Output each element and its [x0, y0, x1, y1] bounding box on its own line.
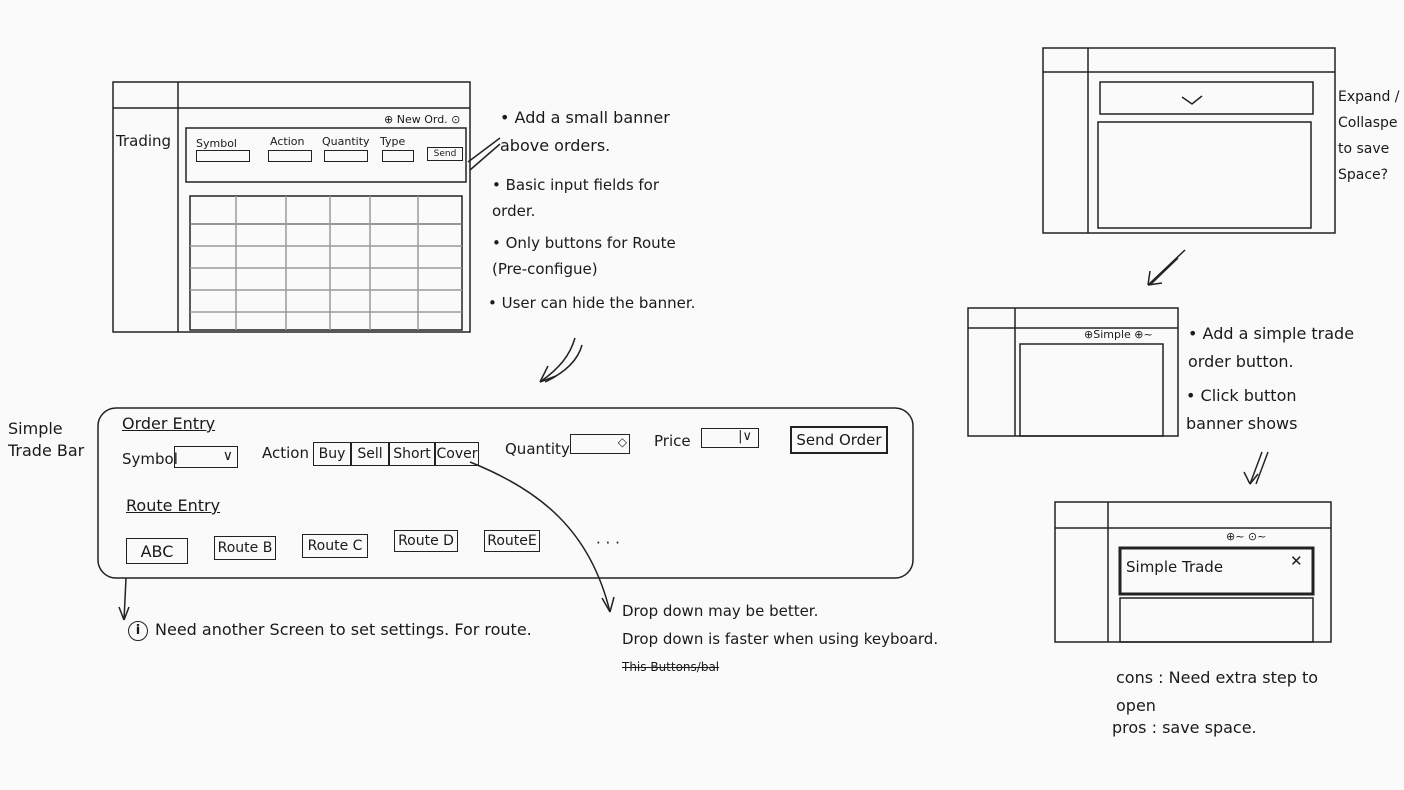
- symbol-input[interactable]: [196, 150, 250, 162]
- action-label: Action: [262, 444, 309, 462]
- stepper-icon: ◇: [617, 435, 627, 449]
- route-b-button[interactable]: Route B: [214, 536, 276, 560]
- dropdown-note-1: Drop down may be better.: [622, 602, 819, 620]
- note-basic-inputs: • Basic input fields for order.: [492, 176, 660, 220]
- price-label: Price: [654, 432, 691, 450]
- send-order-button[interactable]: Send Order: [790, 426, 888, 454]
- type-input[interactable]: [382, 150, 414, 162]
- expand-collapse-note: Expand / Collaspe to save Space?: [1338, 89, 1400, 183]
- route-d-button[interactable]: Route D: [394, 530, 458, 552]
- short-button[interactable]: Short: [389, 442, 435, 466]
- info-icon: i: [128, 621, 148, 641]
- symbol-label: Symbol: [122, 450, 178, 468]
- route-c-button[interactable]: Route C: [302, 534, 368, 558]
- info-note: Need another Screen to set settings. For…: [155, 620, 532, 639]
- quantity-label: Quantity: [505, 440, 570, 458]
- pros-note: pros : save space.: [1112, 718, 1257, 737]
- note-add-simple-button: • Add a simple trade order button.: [1188, 324, 1355, 371]
- more-routes-ellipsis: · · ·: [596, 534, 620, 552]
- field-type-label: Type: [380, 135, 406, 148]
- buy-button[interactable]: Buy: [313, 442, 351, 466]
- symbol-dropdown[interactable]: ∨: [174, 446, 238, 468]
- cons-note: cons : Need extra step to open: [1116, 668, 1319, 715]
- note-add-banner: • Add a small banner above orders.: [500, 108, 670, 155]
- simple-trade-bar-label: Simple Trade Bar: [8, 419, 85, 460]
- sell-button[interactable]: Sell: [351, 442, 389, 466]
- chevron-down-icon: ∨: [222, 448, 233, 464]
- sidebar-trading-label: Trading: [116, 132, 172, 150]
- field-symbol-label: Symbol: [196, 137, 237, 150]
- quantity-input[interactable]: [324, 150, 368, 162]
- field-action-label: Action: [270, 135, 305, 148]
- route-e-button[interactable]: RouteE: [484, 530, 540, 552]
- strike-note: This Buttons/bal: [622, 660, 720, 674]
- price-dropdown[interactable]: |∨: [701, 428, 759, 448]
- note-click-button: • Click button banner shows: [1186, 386, 1298, 433]
- route-entry-title: Route Entry: [126, 496, 221, 515]
- toolbar-icons-sketch[interactable]: ⊕~ ⊙~: [1226, 530, 1266, 543]
- new-order-link[interactable]: ⊕ New Ord. ⊙: [384, 113, 460, 126]
- note-hide-banner: • User can hide the banner.: [488, 294, 696, 312]
- simple-trade-title: Simple Trade: [1126, 558, 1224, 576]
- dropdown-note-2: Drop down is faster when using keyboard.: [622, 630, 939, 648]
- route-abc-button[interactable]: ABC: [126, 538, 188, 564]
- action-input[interactable]: [268, 150, 312, 162]
- simple-button-sketch[interactable]: ⊕Simple ⊕~: [1084, 328, 1153, 341]
- cover-button[interactable]: Cover: [435, 442, 479, 466]
- field-quantity-label: Quantity: [322, 135, 370, 148]
- chevron-down-icon: |∨: [738, 429, 752, 444]
- note-route-buttons: • Only buttons for Route (Pre-configue): [492, 234, 676, 278]
- close-icon[interactable]: ✕: [1290, 552, 1303, 570]
- quantity-stepper[interactable]: ◇: [570, 434, 630, 454]
- send-button-sketch[interactable]: Send: [427, 147, 463, 161]
- order-entry-title: Order Entry: [122, 414, 216, 433]
